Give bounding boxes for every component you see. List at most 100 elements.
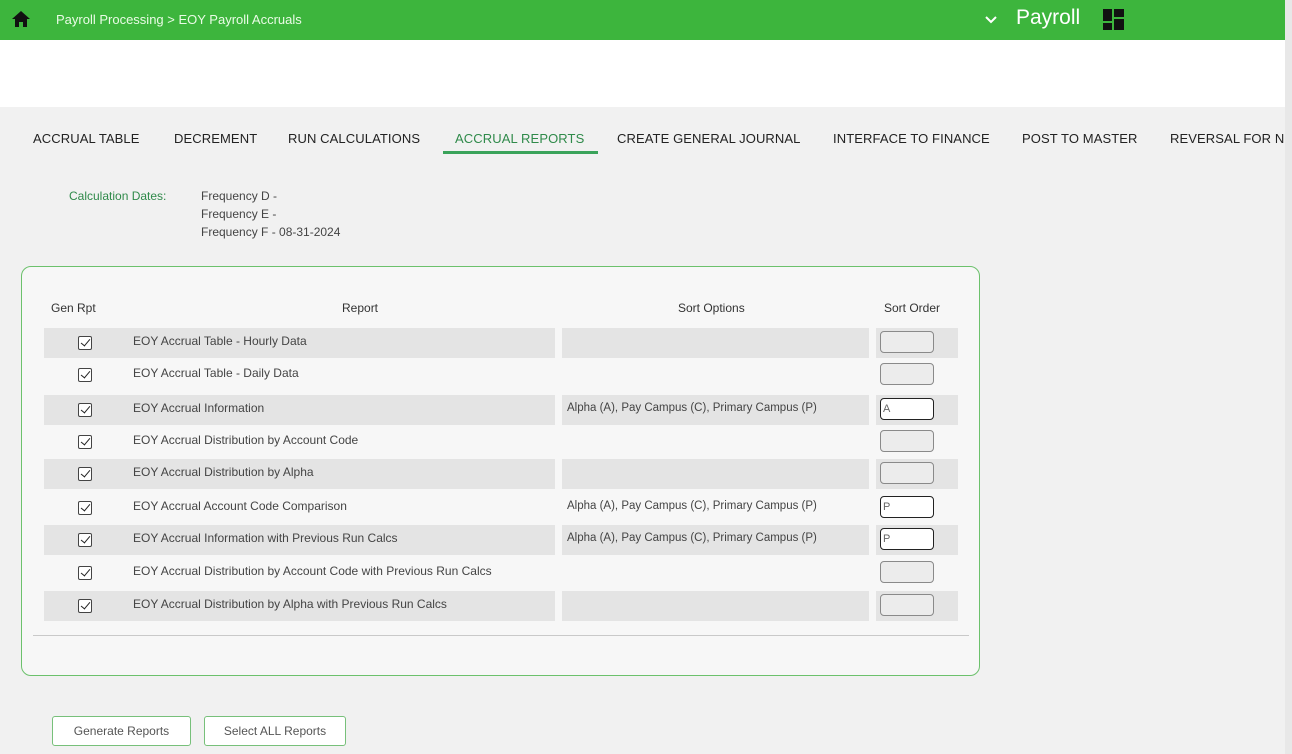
gen-rpt-cell xyxy=(44,558,127,588)
sort-options-cell: Alpha (A), Pay Campus (C), Primary Campu… xyxy=(562,493,869,523)
chevron-down-icon[interactable] xyxy=(984,13,998,27)
select-all-reports-button[interactable]: Select ALL Reports xyxy=(204,716,346,746)
table-row: EOY Accrual Distribution by Alpha xyxy=(22,459,981,489)
report-cell: EOY Accrual Table - Daily Data xyxy=(127,360,555,390)
table-row: EOY Accrual Information Alpha (A), Pay Ca… xyxy=(22,395,981,425)
gen-rpt-checkbox[interactable] xyxy=(78,566,92,580)
breadcrumb[interactable]: Payroll Processing > EOY Payroll Accrual… xyxy=(56,12,302,27)
gen-rpt-checkbox[interactable] xyxy=(78,533,92,547)
header-spacer xyxy=(0,40,1285,107)
gen-rpt-checkbox[interactable] xyxy=(78,368,92,382)
report-name: EOY Accrual Table - Daily Data xyxy=(133,366,299,380)
report-name: EOY Accrual Distribution by Alpha with P… xyxy=(133,597,447,611)
sort-order-input[interactable] xyxy=(880,561,934,583)
generate-reports-button[interactable]: Generate Reports xyxy=(52,716,191,746)
sort-options-text: Alpha (A), Pay Campus (C), Primary Campu… xyxy=(567,532,817,544)
panel-divider xyxy=(33,635,969,636)
sort-order-input[interactable] xyxy=(880,528,934,550)
sort-options-text: Alpha (A), Pay Campus (C), Primary Campu… xyxy=(567,402,817,414)
report-cell: EOY Accrual Account Code Comparison xyxy=(127,493,555,523)
tab-accrual-reports[interactable]: ACCRUAL REPORTS xyxy=(455,131,584,146)
sort-order-input[interactable] xyxy=(880,398,934,420)
report-name: EOY Accrual Information with Previous Ru… xyxy=(133,531,398,545)
table-row: EOY Accrual Distribution by Account Code… xyxy=(22,558,981,588)
sort-order-cell xyxy=(876,525,958,555)
sort-order-cell xyxy=(876,591,958,621)
gen-rpt-cell xyxy=(44,427,127,457)
sort-order-input[interactable] xyxy=(880,462,934,484)
table-row: EOY Accrual Account Code Comparison Alpha… xyxy=(22,493,981,523)
tab-reversal[interactable]: REVERSAL FOR N xyxy=(1170,131,1284,146)
table-row: EOY Accrual Distribution by Account Code xyxy=(22,427,981,457)
home-icon[interactable] xyxy=(11,9,31,29)
sort-order-input[interactable] xyxy=(880,496,934,518)
report-name: EOY Accrual Distribution by Alpha xyxy=(133,465,314,479)
calculation-dates-label: Calculation Dates: xyxy=(69,189,167,203)
header-sort-order: Sort Order xyxy=(884,301,941,315)
top-navigation-bar: Payroll Processing > EOY Payroll Accrual… xyxy=(0,0,1285,40)
report-name: EOY Accrual Distribution by Account Code xyxy=(133,433,359,447)
report-cell: EOY Accrual Information with Previous Ru… xyxy=(127,525,555,555)
sort-options-cell xyxy=(562,360,869,390)
app-name[interactable]: Payroll xyxy=(1016,6,1080,30)
gen-rpt-checkbox[interactable] xyxy=(78,435,92,449)
sort-order-cell xyxy=(876,328,958,358)
main-content: ACCRUAL TABLE DECREMENT RUN CALCULATIONS… xyxy=(0,107,1285,754)
tab-accrual-table[interactable]: ACCRUAL TABLE xyxy=(33,131,140,146)
tab-decrement[interactable]: DECREMENT xyxy=(174,131,257,146)
sort-options-cell xyxy=(562,427,869,457)
report-cell: EOY Accrual Distribution by Account Code… xyxy=(127,558,555,588)
table-row: EOY Accrual Table - Hourly Data xyxy=(22,328,981,358)
gen-rpt-cell xyxy=(44,591,127,621)
tab-interface-to-finance[interactable]: INTERFACE TO FINANCE xyxy=(833,131,990,146)
header-report: Report xyxy=(342,301,379,315)
tab-post-to-master[interactable]: POST TO MASTER xyxy=(1022,131,1138,146)
sort-order-cell xyxy=(876,493,958,523)
report-selection-panel: Gen Rpt Report Sort Options Sort Order E… xyxy=(21,266,980,676)
gen-rpt-cell xyxy=(44,459,127,489)
table-row: EOY Accrual Information with Previous Ru… xyxy=(22,525,981,555)
sort-order-input[interactable] xyxy=(880,430,934,452)
sort-order-cell xyxy=(876,427,958,457)
gen-rpt-checkbox[interactable] xyxy=(78,403,92,417)
report-cell: EOY Accrual Distribution by Account Code xyxy=(127,427,555,457)
sort-options-cell xyxy=(562,591,869,621)
gen-rpt-cell xyxy=(44,360,127,390)
table-row: EOY Accrual Distribution by Alpha with P… xyxy=(22,591,981,621)
sort-options-cell: Alpha (A), Pay Campus (C), Primary Campu… xyxy=(562,395,869,425)
gen-rpt-cell xyxy=(44,525,127,555)
tab-run-calculations[interactable]: RUN CALCULATIONS xyxy=(288,131,420,146)
sort-options-cell: Alpha (A), Pay Campus (C), Primary Campu… xyxy=(562,525,869,555)
report-name: EOY Accrual Account Code Comparison xyxy=(133,499,347,513)
sort-order-cell xyxy=(876,459,958,489)
active-tab-indicator xyxy=(443,151,598,154)
sort-order-input[interactable] xyxy=(880,594,934,616)
sort-options-text: Alpha (A), Pay Campus (C), Primary Campu… xyxy=(567,500,817,512)
report-cell: EOY Accrual Distribution by Alpha with P… xyxy=(127,591,555,621)
sort-order-cell xyxy=(876,558,958,588)
sort-order-input[interactable] xyxy=(880,331,934,353)
sort-order-cell xyxy=(876,395,958,425)
sort-options-cell xyxy=(562,328,869,358)
gen-rpt-cell xyxy=(44,493,127,523)
gen-rpt-checkbox[interactable] xyxy=(78,336,92,350)
gen-rpt-checkbox[interactable] xyxy=(78,599,92,613)
sort-order-input[interactable] xyxy=(880,363,934,385)
grid-icon[interactable] xyxy=(1103,9,1124,30)
report-cell: EOY Accrual Table - Hourly Data xyxy=(127,328,555,358)
frequency-d-line: Frequency D - xyxy=(201,189,278,203)
frequency-f-line: Frequency F - 08-31-2024 xyxy=(201,225,341,239)
report-name: EOY Accrual Information xyxy=(133,401,265,415)
report-cell: EOY Accrual Information xyxy=(127,395,555,425)
gen-rpt-cell xyxy=(44,328,127,358)
table-row: EOY Accrual Table - Daily Data xyxy=(22,360,981,390)
sort-options-cell xyxy=(562,558,869,588)
report-cell: EOY Accrual Distribution by Alpha xyxy=(127,459,555,489)
gen-rpt-checkbox[interactable] xyxy=(78,467,92,481)
report-name: EOY Accrual Distribution by Account Code… xyxy=(133,564,492,578)
header-gen-rpt: Gen Rpt xyxy=(51,301,96,315)
gen-rpt-checkbox[interactable] xyxy=(78,501,92,515)
tab-create-general-journal[interactable]: CREATE GENERAL JOURNAL xyxy=(617,131,801,146)
tab-bar: ACCRUAL TABLE DECREMENT RUN CALCULATIONS… xyxy=(0,131,1285,157)
sort-options-cell xyxy=(562,459,869,489)
